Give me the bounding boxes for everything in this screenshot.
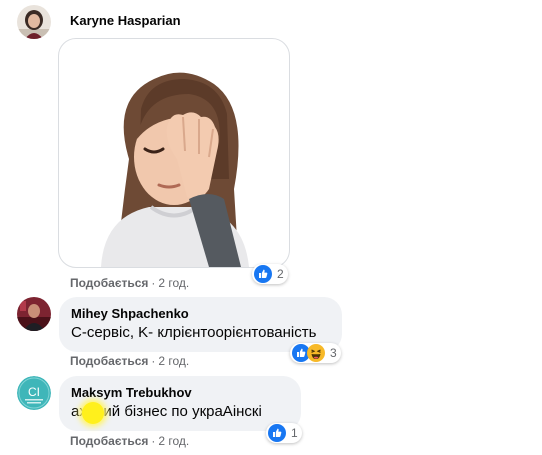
separator-dot: · xyxy=(151,276,156,290)
avatar-karyne[interactable] xyxy=(17,5,51,39)
author-name[interactable]: Mihey Shpachenko xyxy=(71,306,189,321)
like-icon xyxy=(254,265,272,283)
haha-icon xyxy=(307,344,325,362)
author-name[interactable]: Karyne Hasparian xyxy=(70,13,181,28)
reaction-summary[interactable]: 1 xyxy=(266,423,302,443)
separator-dot: · xyxy=(151,434,156,448)
like-link[interactable]: Подобається xyxy=(70,354,148,368)
facepalm-sticker[interactable] xyxy=(58,38,290,268)
separator-dot: · xyxy=(151,354,156,368)
timestamp[interactable]: 2 год. xyxy=(158,434,189,448)
reaction-count: 3 xyxy=(330,346,337,360)
reaction-summary[interactable]: 2 xyxy=(252,264,288,284)
censor-blob xyxy=(82,402,104,424)
comment-meta: Подобається · 2 год. xyxy=(70,434,189,448)
timestamp[interactable]: 2 год. xyxy=(158,354,189,368)
comment-text-rest: нний бізнес по украАінскі xyxy=(86,403,262,420)
avatar-maksym[interactable]: CI xyxy=(17,376,51,410)
reaction-count: 2 xyxy=(277,267,284,281)
comment-text: C-сервіс, K- клрієнтоорієнтованість xyxy=(71,324,317,341)
timestamp[interactable]: 2 год. xyxy=(158,276,189,290)
profile-logo-ci-icon: CI xyxy=(17,376,51,410)
reaction-count: 1 xyxy=(291,426,298,440)
like-icon xyxy=(268,424,286,442)
author-name[interactable]: Maksym Trebukhov xyxy=(71,385,192,400)
comment-thread: Karyne Hasparian Подобається · 2 год. 2 … xyxy=(0,0,542,455)
reaction-summary[interactable]: 3 xyxy=(290,343,341,363)
comment-meta: Подобається · 2 год. xyxy=(70,276,189,290)
like-link[interactable]: Подобається xyxy=(70,276,148,290)
facepalm-avatar-icon xyxy=(101,72,249,267)
svg-text:CI: CI xyxy=(28,385,40,399)
avatar-mihey[interactable] xyxy=(17,297,51,331)
like-link[interactable]: Подобається xyxy=(70,434,148,448)
comment-meta: Подобається · 2 год. xyxy=(70,354,189,368)
